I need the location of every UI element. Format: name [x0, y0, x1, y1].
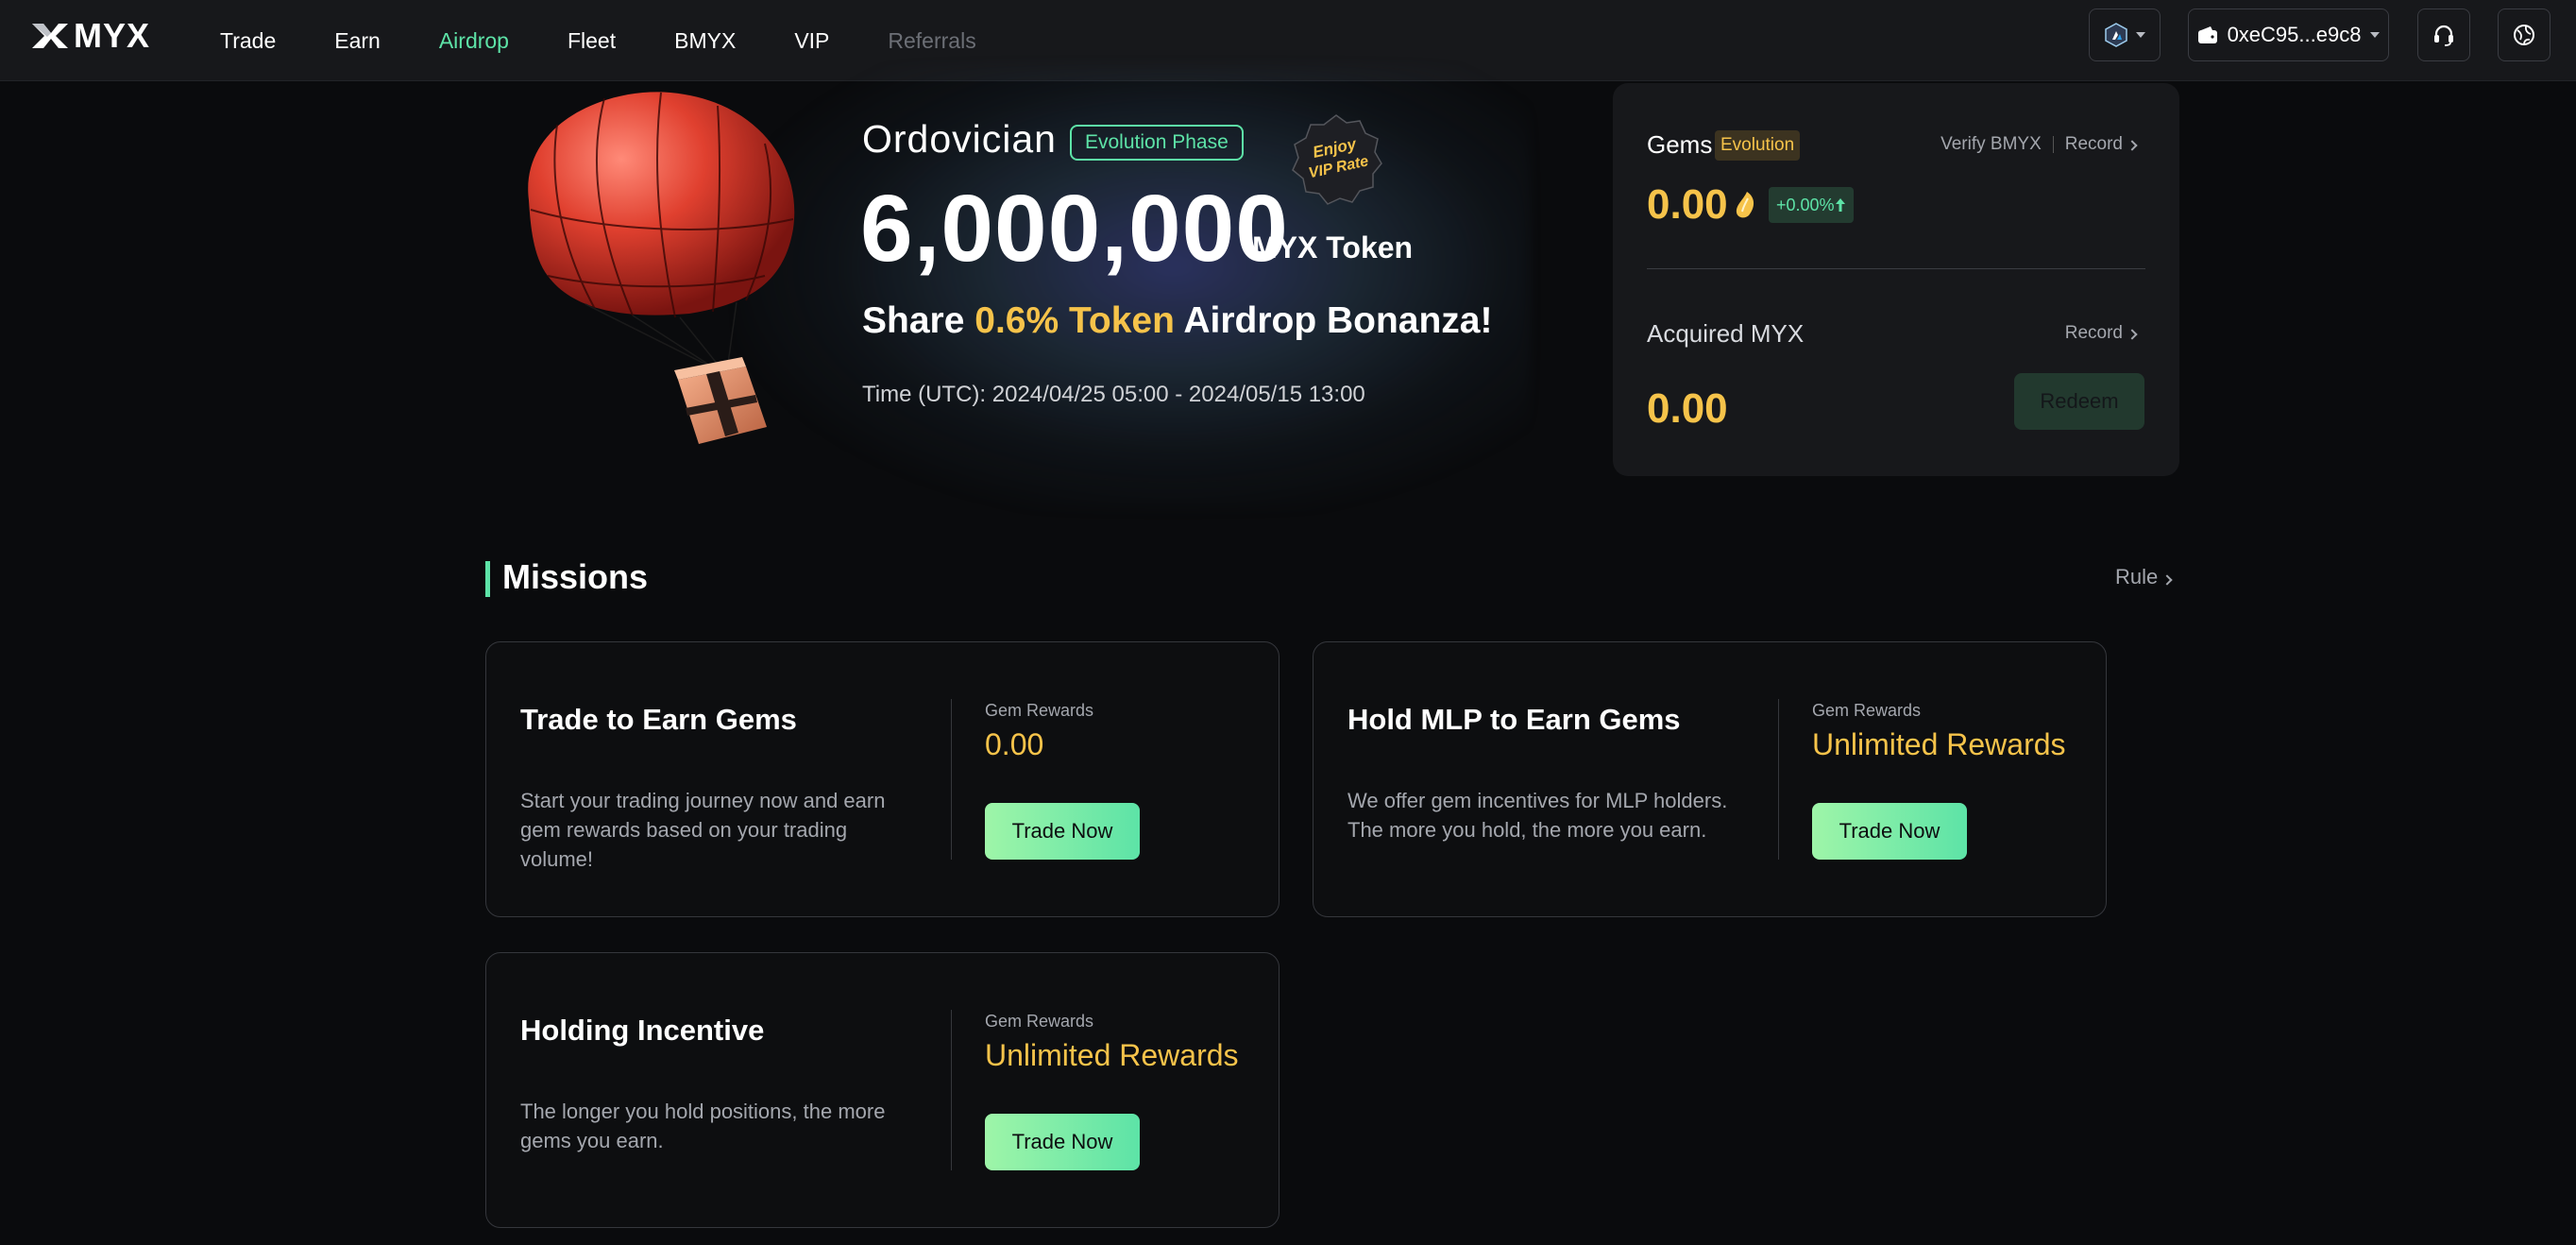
verify-bmyx-link[interactable]: Verify BMYX	[1940, 134, 2042, 155]
reward-value: 0.00	[985, 727, 1044, 761]
gems-change-badge: +0.00%	[1769, 187, 1854, 223]
trade-now-button[interactable]: Trade Now	[985, 1114, 1140, 1170]
gems-record-label: Record	[2064, 134, 2123, 154]
gems-card: Gems Evolution Verify BMYX Record 0.00 +…	[1613, 83, 2179, 476]
gems-links: Verify BMYX Record	[1940, 134, 2138, 155]
nav-link-airdrop[interactable]: Airdrop	[439, 28, 509, 54]
airdrop-amount: 6,000,000	[860, 176, 1289, 281]
mission-title: Holding Incentive	[520, 1014, 765, 1047]
mission-title: Trade to Earn Gems	[520, 703, 797, 736]
redeem-button[interactable]: Redeem	[2014, 373, 2144, 430]
phase-name: Ordovician	[862, 117, 1057, 161]
chain-selector-button[interactable]	[2089, 9, 2161, 61]
mission-card-trade: Trade to Earn Gems Start your trading jo…	[485, 641, 1280, 917]
mission-description: Start your trading journey now and earn …	[520, 789, 886, 871]
mission-description: The longer you hold positions, the more …	[520, 1100, 886, 1152]
acquired-myx-title: Acquired MYX	[1647, 319, 1805, 348]
logo-text: MYX	[74, 16, 151, 55]
mission-description: We offer gem incentives for MLP holders.…	[1347, 789, 1728, 842]
gems-record-link[interactable]: Record	[2064, 134, 2138, 155]
chevron-right-icon	[2127, 140, 2138, 151]
campaign-time: Time (UTC): 2024/04/25 05:00 - 2024/05/1…	[862, 382, 1365, 407]
gem-icon	[1736, 192, 1754, 218]
token-label: MYX Token	[1252, 230, 1414, 264]
nav-link-trade[interactable]: Trade	[220, 28, 276, 54]
gems-phase-badge: Evolution	[1715, 130, 1801, 161]
reward-value: Unlimited Rewards	[1812, 727, 2066, 761]
gems-value: 0.00	[1647, 181, 1728, 228]
divider	[951, 699, 952, 860]
chevron-right-icon	[2161, 574, 2173, 586]
divider	[951, 1010, 952, 1170]
acquired-myx-value: 0.00	[1647, 385, 1728, 432]
headset-icon	[2434, 25, 2453, 46]
divider	[1778, 699, 1779, 860]
nav-link-vip[interactable]: VIP	[794, 28, 829, 54]
chevron-down-icon	[2136, 32, 2145, 38]
logo[interactable]: MYX	[30, 16, 150, 55]
nav-link-referrals[interactable]: Referrals	[888, 28, 975, 54]
reward-label: Gem Rewards	[1812, 701, 1922, 720]
divider	[1647, 268, 2145, 269]
language-button[interactable]	[2498, 9, 2551, 61]
chevron-right-icon	[2127, 329, 2138, 340]
share-highlight: 0.6% Token	[974, 300, 1175, 341]
mission-card-holding-incentive: Holding Incentive The longer you hold po…	[485, 952, 1280, 1228]
reward-label: Gem Rewards	[985, 701, 1094, 720]
share-headline: Share 0.6% Token Airdrop Bonanza!	[862, 300, 1493, 342]
section-accent-bar	[485, 561, 490, 597]
vip-rate-seal: Enjoy VIP Rate	[1292, 114, 1382, 205]
gems-title: Gems	[1647, 130, 1713, 159]
chevron-down-icon	[2370, 32, 2381, 38]
wallet-icon	[2197, 26, 2217, 43]
mission-card-hold-mlp: Hold MLP to Earn Gems We offer gem incen…	[1313, 641, 2107, 917]
acquired-record-link[interactable]: Record	[2064, 323, 2138, 344]
arrow-up-icon	[1835, 198, 1845, 212]
reward-label: Gem Rewards	[985, 1012, 1094, 1031]
share-prefix: Share	[862, 300, 965, 341]
missions-title: Missions	[502, 557, 649, 596]
phase-badge: Evolution Phase	[1070, 125, 1244, 161]
trade-now-button[interactable]: Trade Now	[1812, 803, 1967, 860]
reward-value: Unlimited Rewards	[985, 1038, 1239, 1072]
mission-title: Hold MLP to Earn Gems	[1347, 703, 1681, 736]
nav-link-fleet[interactable]: Fleet	[568, 28, 616, 54]
wallet-button[interactable]: 0xeC95...e9c8	[2188, 9, 2389, 61]
parachute-gift-illustration	[528, 92, 795, 444]
support-button[interactable]	[2417, 9, 2470, 61]
divider	[2052, 136, 2054, 153]
globe-icon	[2514, 25, 2534, 45]
rule-link[interactable]: Rule	[2115, 565, 2173, 589]
gems-change-value: +0.00%	[1776, 195, 1835, 214]
arbitrum-icon	[2105, 23, 2127, 47]
nav-link-bmyx[interactable]: BMYX	[674, 28, 736, 54]
nav-link-earn[interactable]: Earn	[334, 28, 381, 54]
myx-logo-icon	[32, 24, 68, 48]
rule-label: Rule	[2115, 565, 2159, 588]
trade-now-button[interactable]: Trade Now	[985, 803, 1140, 860]
wallet-address: 0xeC95...e9c8	[2227, 23, 2362, 46]
share-suffix: Airdrop Bonanza!	[1183, 300, 1493, 341]
acquired-record-label: Record	[2064, 323, 2123, 343]
